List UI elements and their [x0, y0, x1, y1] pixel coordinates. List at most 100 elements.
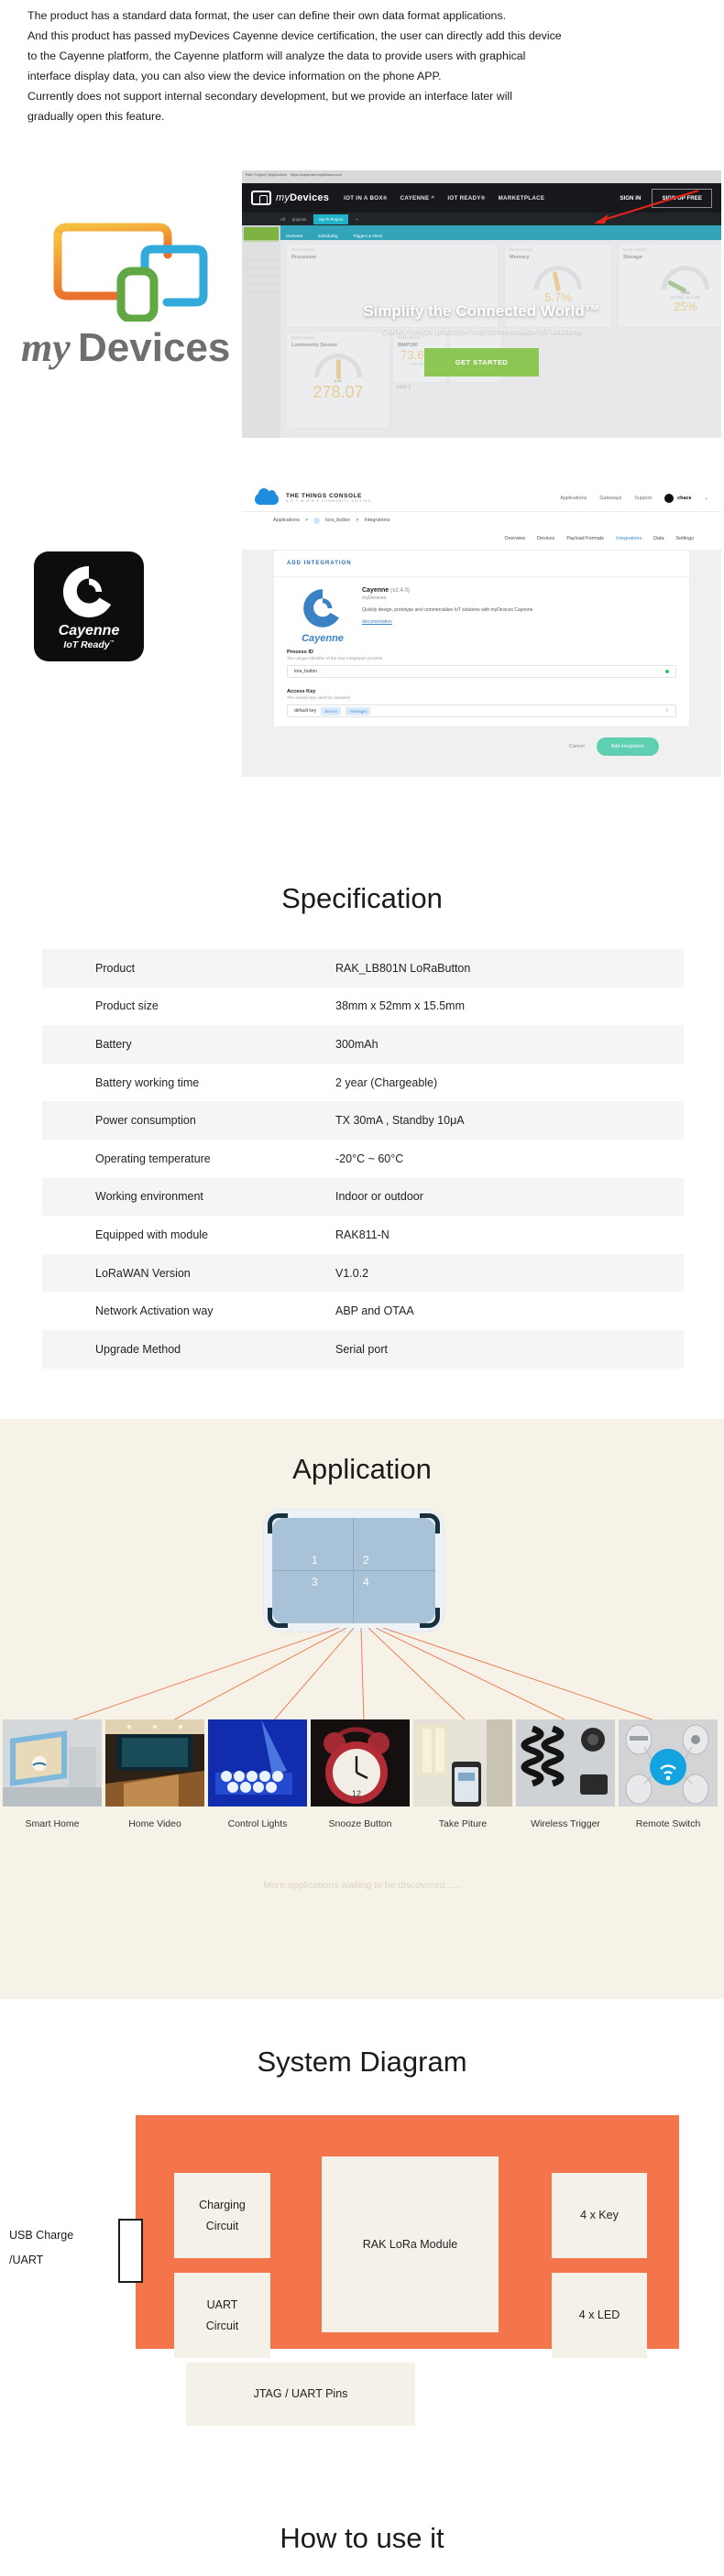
tab-devices[interactable]: Devices [537, 536, 554, 541]
board-outline: Charging Circuit UART Circuit RAK LoRa M… [136, 2115, 679, 2358]
list-item[interactable]: Take Piture [413, 1719, 512, 1829]
application-items: Smart Home Home Video Control Lights 12 … [3, 1719, 721, 1829]
nav-item-iot-ready[interactable]: IOT READY® [447, 195, 485, 202]
mydevices-section: my Devices RAK Project | MyDevices https… [0, 170, 724, 445]
console-tab-bar: Overview Devices Payload Formats Integra… [242, 529, 721, 550]
tab-my-pi-project[interactable]: My Pi Project [313, 213, 349, 224]
site-logo[interactable]: myDevices [251, 191, 329, 205]
rak-lora-module-box: RAK LoRa Module [322, 2156, 499, 2332]
charging-line-1: Charging [199, 2198, 246, 2211]
access-key-hint: The access key used for downlink [287, 695, 350, 700]
table-row: Product RAK_LB801N LoRaButton [42, 949, 684, 988]
spec-key: Upgrade Method [95, 1342, 181, 1356]
tab-projects[interactable]: projects [292, 217, 306, 222]
nav-support[interactable]: Support [634, 496, 652, 501]
list-item[interactable]: Home Video [105, 1719, 204, 1829]
device-corner [268, 1608, 288, 1628]
logo-devices: Devices [290, 192, 330, 203]
nav-gateways[interactable]: Gateways [599, 496, 621, 501]
tab-integrations[interactable]: Integrations [616, 536, 642, 541]
tab-data[interactable]: Data [653, 536, 664, 541]
subtab-triggers-alerts[interactable]: Triggers & Alerts [353, 234, 382, 238]
cayenne-c-icon [303, 589, 339, 628]
tab-overview[interactable]: Overview [505, 536, 525, 541]
hero-title: Simplify the Connected World™ [363, 301, 600, 320]
spec-value: ABP and OTAA [335, 1304, 414, 1318]
application-label: Control Lights [227, 1818, 288, 1829]
process-id-field: Process ID The unique identifier of the … [274, 648, 689, 687]
svg-text:my: my [21, 325, 71, 370]
button-number-3: 3 [312, 1576, 318, 1588]
spec-value: V1.0.2 [335, 1266, 369, 1280]
brand-line-2: N E T W O R K COMMUNITY EDITION [286, 498, 371, 503]
stepper-icon[interactable]: ⇕ [665, 708, 669, 714]
red-arrow-annotation [594, 189, 699, 224]
key-box: 4 x Key [552, 2173, 647, 2258]
list-item[interactable]: Wireless Trigger [516, 1719, 615, 1829]
button-number-4: 4 [363, 1576, 369, 1588]
cayenne-c-icon [62, 565, 112, 617]
access-key-tag-messages: messages [346, 706, 371, 715]
list-item[interactable]: Control Lights [208, 1719, 307, 1829]
tm-mark: ™ [109, 639, 115, 645]
subtab-overview[interactable]: Overview [286, 234, 302, 238]
list-item[interactable]: Smart Home [3, 1719, 102, 1829]
logo-my: my [276, 192, 291, 203]
avatar [664, 494, 675, 503]
nav-applications[interactable]: Applications [560, 496, 587, 501]
spec-value: -20°C ~ 60°C [335, 1152, 404, 1165]
device-corner [420, 1513, 440, 1534]
list-item[interactable]: Remote Switch [619, 1719, 718, 1829]
lora-button-device-diagram: 1 2 3 4 [264, 1510, 444, 1632]
process-id-input[interactable]: lora_button [287, 665, 676, 678]
mydevices-wordmark: my Devices [21, 324, 250, 372]
subtab-scheduling[interactable]: Scheduling [318, 234, 338, 238]
uart-circuit-box: UART Circuit [174, 2273, 270, 2358]
table-row: Upgrade Method Serial port [42, 1329, 684, 1369]
panel-title: ADD INTEGRATION [274, 551, 689, 577]
tab-payload-formats[interactable]: Payload Formats [566, 536, 604, 541]
nav-item-cayenne[interactable]: CAYENNE ^ [400, 195, 435, 202]
spec-value: TX 30mA , Standby 10μA [335, 1114, 465, 1128]
console-header: THE THINGS CONSOLE N E T W O R K COMMUNI… [242, 486, 721, 511]
browser-tab-label: RAK Project | MyDevices [246, 172, 287, 177]
breadcrumb-applications[interactable]: Applications [273, 518, 300, 523]
user-menu[interactable]: chace [664, 494, 691, 503]
nav-item-iot-in-a-box[interactable]: IOT IN A BOX® [344, 195, 388, 202]
how-to-use-heading: How to use it [280, 2522, 444, 2554]
integration-name: Cayenne [362, 587, 389, 594]
spec-value: 300mAh [335, 1037, 378, 1051]
table-row: Network Activation way ABP and OTAA [42, 1292, 684, 1330]
valid-check-icon [665, 670, 669, 673]
usb-label-line-1: USB Charge [9, 2229, 74, 2242]
application-thumbnail [413, 1719, 512, 1806]
spec-key: Equipped with module [95, 1228, 208, 1241]
application-thumbnail [208, 1719, 307, 1806]
application-label: Snooze Button [328, 1818, 392, 1829]
add-integration-button[interactable]: Add integration [596, 737, 659, 756]
cayenne-wordmark: Cayenne [302, 633, 344, 644]
chevron-down-icon[interactable]: ⌄ [704, 496, 708, 501]
documentation-link[interactable]: documentation [362, 619, 392, 625]
integration-vendor: myDevices [362, 595, 387, 601]
cancel-button[interactable]: Cancel [569, 744, 585, 749]
add-tab-button[interactable]: + [356, 217, 358, 222]
ready-text: IoT Ready [63, 639, 110, 650]
access-key-select[interactable]: default key devices messages ⇕ [287, 704, 676, 717]
table-row: Working environment Indoor or outdoor [42, 1177, 684, 1217]
breadcrumb-integrations[interactable]: Integrations [364, 518, 389, 523]
cayenne-badge-name: Cayenne [58, 622, 120, 639]
application-thumbnail: 12 [311, 1719, 410, 1806]
tab-all[interactable]: All [280, 217, 285, 222]
get-started-button[interactable]: GET STARTED [423, 347, 540, 377]
breadcrumb-lora-button[interactable]: lora_button [325, 518, 350, 523]
integration-description: Quickly design, prototype and commercial… [362, 607, 533, 613]
spec-value: 2 year (Chargeable) [335, 1075, 438, 1089]
charging-line-2: Circuit [205, 2219, 239, 2232]
list-item[interactable]: 12 Snooze Button [311, 1719, 410, 1829]
application-thumbnail [105, 1719, 204, 1806]
breadcrumb-separator: > [305, 518, 309, 523]
tab-settings[interactable]: Settings [676, 536, 694, 541]
nav-item-marketplace[interactable]: MARKETPLACE [499, 195, 545, 202]
usb-connector-box [118, 2219, 143, 2283]
